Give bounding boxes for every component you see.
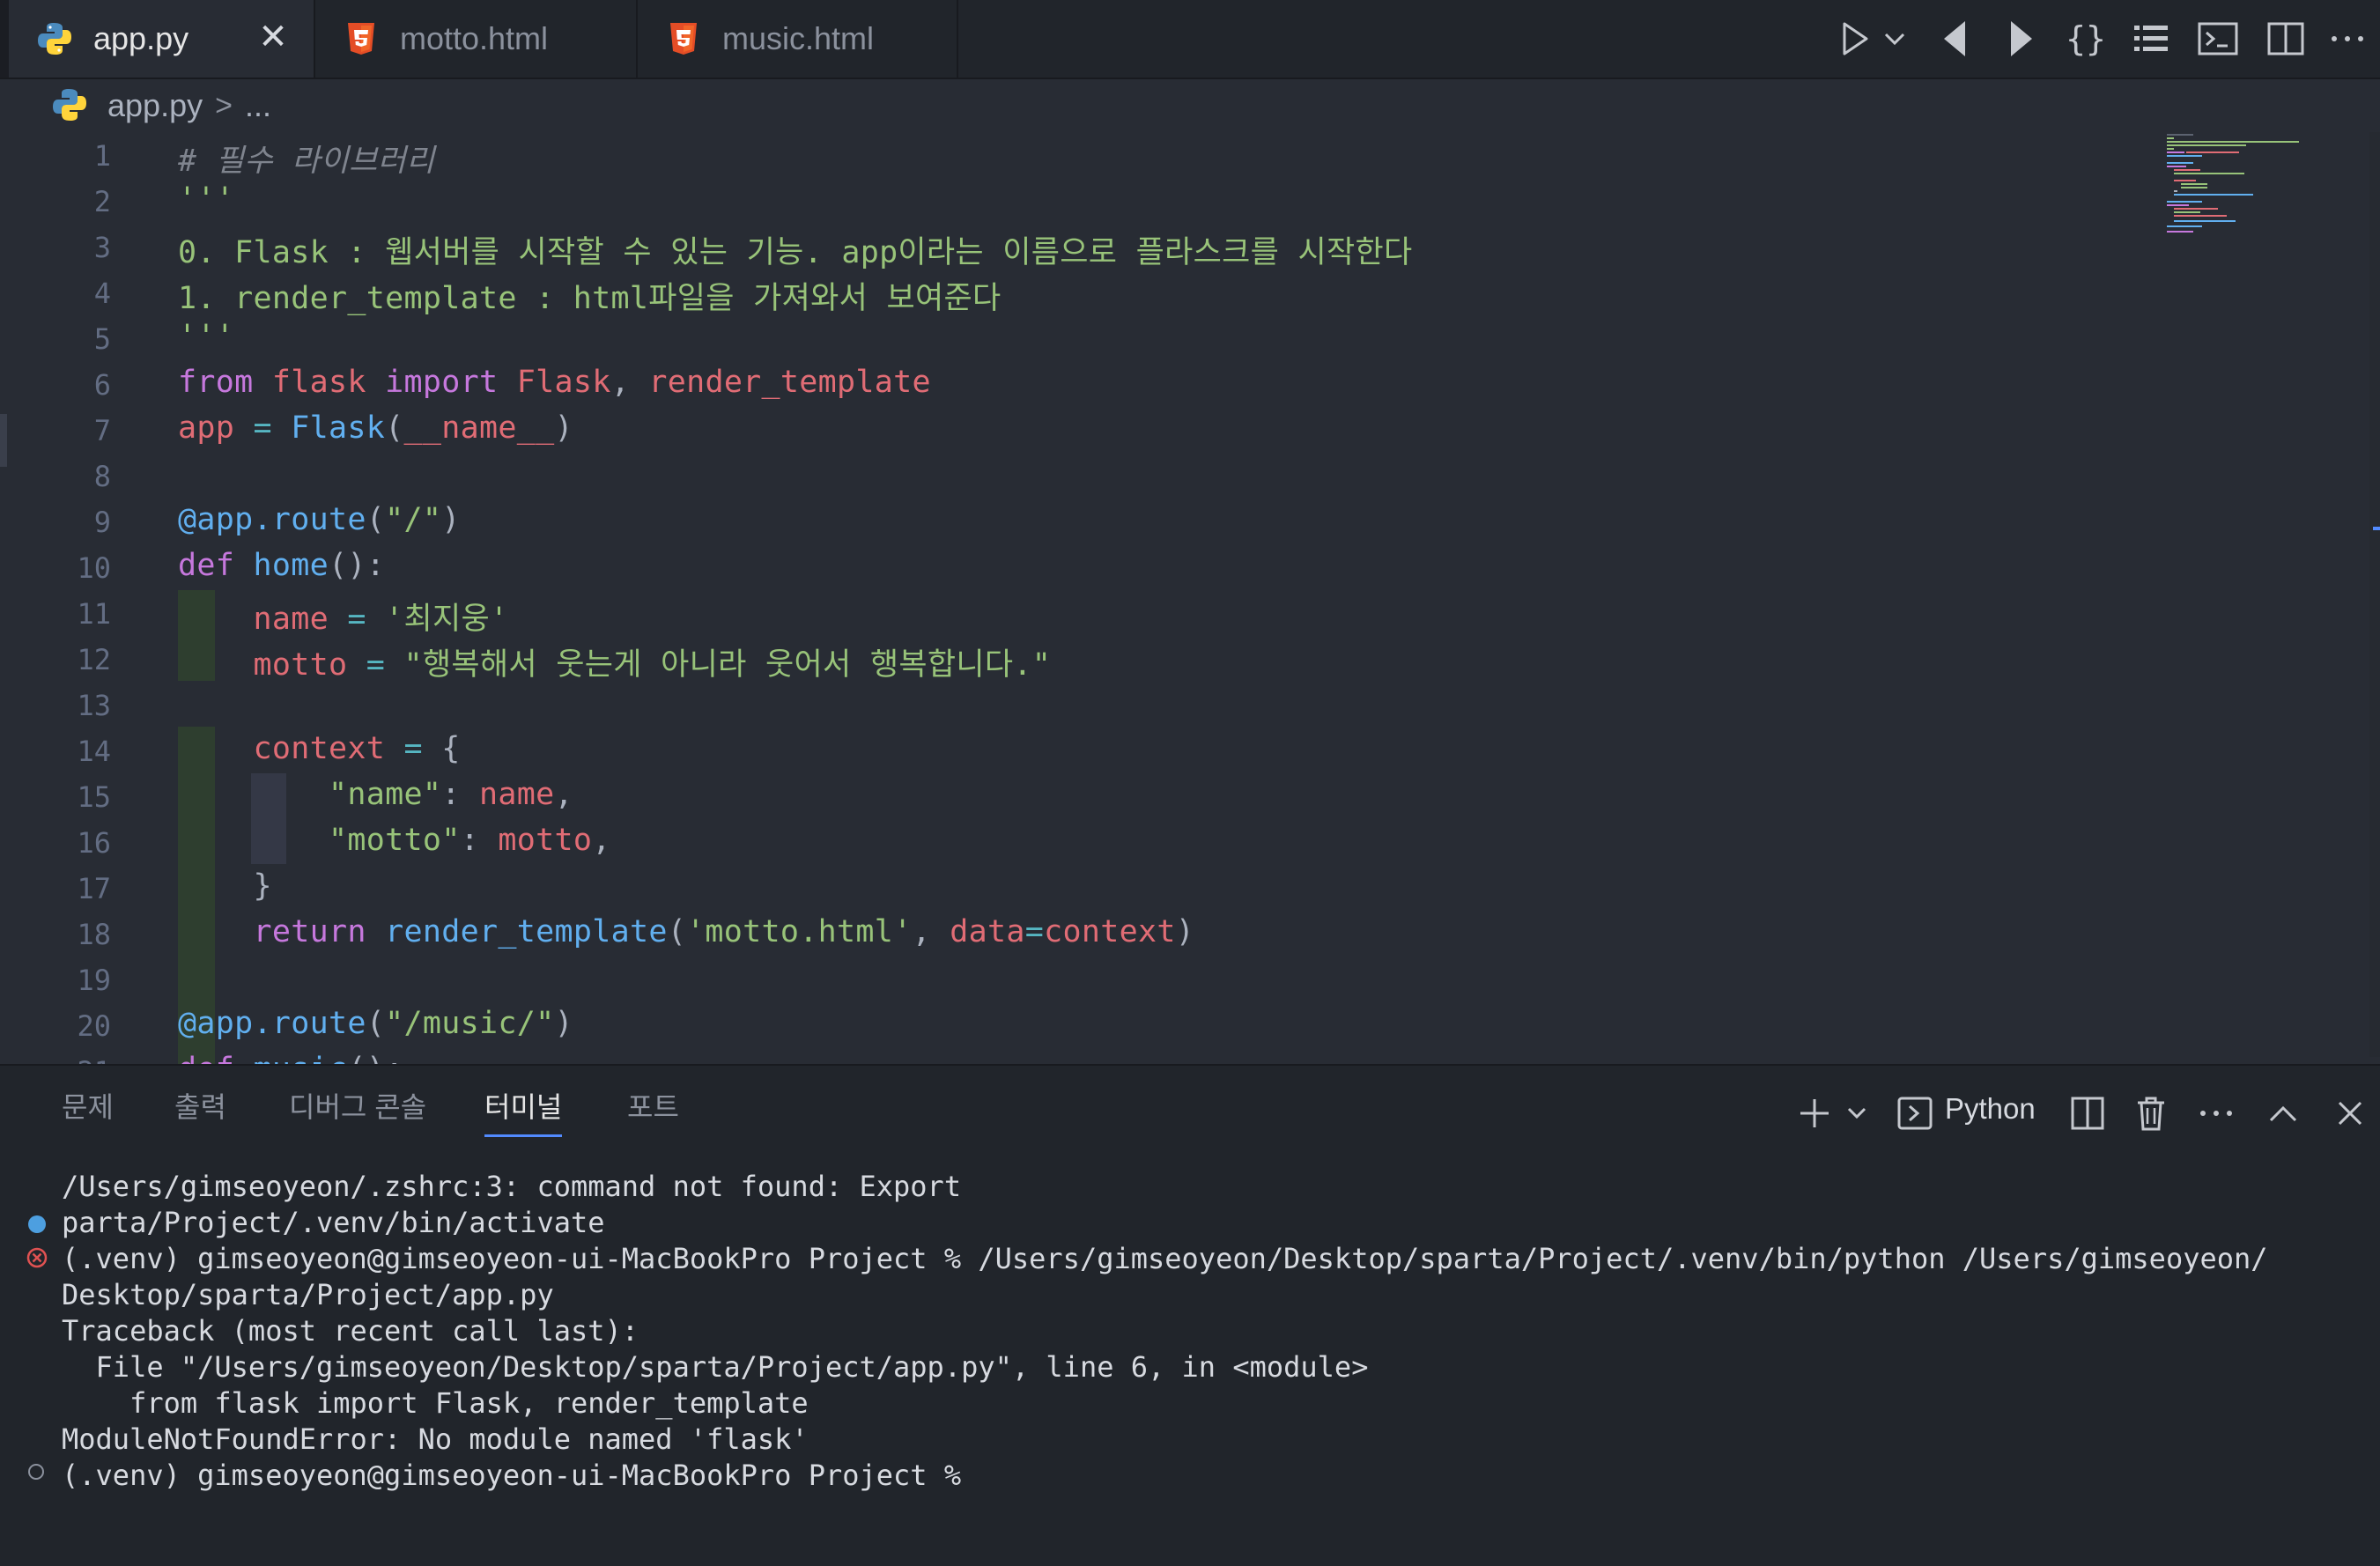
- more-icon[interactable]: [2325, 16, 2369, 62]
- close-icon[interactable]: ✕: [254, 18, 292, 56]
- terminal-profile-label[interactable]: Python: [1945, 1092, 2036, 1126]
- go-back-icon[interactable]: [1936, 16, 1975, 62]
- code-line: app = Flask(__name__): [178, 410, 573, 446]
- tab-label: app.py: [93, 20, 189, 56]
- tab-app-py[interactable]: app.py ✕: [0, 0, 315, 78]
- command-success-marker: [28, 1215, 46, 1233]
- code-editor[interactable]: 123456789101112131415161718192021 # 필수 라…: [0, 132, 2380, 1064]
- tab-problems[interactable]: 문제: [62, 1085, 114, 1134]
- code-line: from flask import Flask, render_template: [178, 365, 931, 400]
- html5-icon: [342, 19, 381, 58]
- run-icon[interactable]: [1836, 16, 1874, 62]
- code-line: }: [178, 868, 272, 904]
- terminal-line: File "/Users/gimseoyeon/Desktop/sparta/P…: [62, 1350, 1369, 1384]
- line-number: 10: [77, 551, 111, 585]
- minimap[interactable]: [2167, 132, 2325, 255]
- code-line: # 필수 라이브러리: [178, 144, 435, 179]
- tab-music-html[interactable]: music.html: [638, 0, 958, 78]
- line-number: 20: [77, 1009, 111, 1043]
- code-line: motto = "행복해서 웃는게 아니라 웃어서 행복합니다.": [253, 647, 1052, 683]
- line-number: 5: [93, 322, 111, 356]
- line-number: 2: [93, 185, 111, 218]
- code-line: "name": name,: [328, 777, 573, 812]
- code-line: def home():: [178, 548, 386, 583]
- line-number: 6: [93, 368, 111, 402]
- line-number: 19: [77, 964, 111, 997]
- tab-debug-console[interactable]: 디버그 콘솔: [289, 1085, 426, 1134]
- line-number: 4: [93, 277, 111, 310]
- terminal-line: Traceback (most recent call last):: [62, 1314, 639, 1348]
- line-number: 3: [93, 231, 111, 264]
- code-line: def music():: [178, 1052, 403, 1064]
- code-line: @app.route("/music/"): [178, 1006, 573, 1041]
- close-panel-icon[interactable]: [2332, 1096, 2368, 1131]
- trash-icon[interactable]: [2132, 1096, 2170, 1131]
- code-line: 1. render_template : html파일을 가져와서 보여준다: [178, 281, 1002, 316]
- line-number: 7: [93, 414, 111, 447]
- code-line: name = '최지웅': [253, 602, 509, 637]
- line-number: 9: [93, 506, 111, 539]
- code-line: context = {: [253, 731, 461, 766]
- code-line: @app.route("/"): [178, 502, 461, 537]
- go-forward-icon[interactable]: [2001, 16, 2040, 62]
- terminal-line: ModuleNotFoundError: No module named 'fl…: [62, 1422, 809, 1456]
- line-number: 11: [77, 597, 111, 631]
- more-icon[interactable]: [2197, 1096, 2236, 1131]
- breadcrumb-file[interactable]: app.py: [107, 87, 203, 124]
- breadcrumb: app.py > ...: [0, 79, 2380, 132]
- list-icon[interactable]: [2130, 16, 2172, 62]
- chevron-down-icon[interactable]: [1880, 16, 1910, 62]
- tab-terminal[interactable]: 터미널: [484, 1085, 563, 1137]
- breadcrumb-symbols[interactable]: ...: [245, 87, 271, 124]
- command-pending-marker: [28, 1464, 44, 1480]
- editor-scrollbar[interactable]: [2369, 132, 2380, 1057]
- terminal-line: /Users/gimseoyeon/.zshrc:3: command not …: [62, 1170, 962, 1203]
- plus-icon[interactable]: [1797, 1096, 1832, 1131]
- line-number: 12: [77, 643, 111, 676]
- maximize-panel-icon[interactable]: [2265, 1096, 2301, 1131]
- line-number: 13: [77, 689, 111, 722]
- line-number: 14: [77, 735, 111, 768]
- code-line: "motto": motto,: [328, 823, 611, 858]
- line-number: 15: [77, 780, 111, 814]
- chevron-down-icon[interactable]: [1844, 1096, 1869, 1131]
- line-number: 8: [93, 460, 111, 493]
- tab-output[interactable]: 출력: [174, 1085, 226, 1134]
- command-error-marker: [26, 1247, 48, 1268]
- tab-motto-html[interactable]: motto.html: [315, 0, 638, 78]
- activity-marker: [0, 414, 7, 467]
- tab-label: music.html: [722, 20, 875, 56]
- line-number: 1: [93, 139, 111, 173]
- line-number: 17: [77, 872, 111, 905]
- bottom-panel: 문제 출력 디버그 콘솔 터미널 포트 Python /Users/gimseo…: [0, 1064, 2380, 1566]
- python-icon: [35, 19, 74, 58]
- editor-tab-bar: app.py ✕ motto.html music.html {}: [0, 0, 2380, 79]
- code-line: ''': [178, 319, 235, 354]
- braces-icon[interactable]: {}: [2065, 16, 2107, 62]
- line-number: 16: [77, 826, 111, 860]
- terminal-line: (.venv) gimseoyeon@gimseoyeon-ui-MacBook…: [62, 1242, 2268, 1275]
- terminal-line: from flask import Flask, render_template: [62, 1386, 809, 1420]
- python-icon: [51, 86, 90, 125]
- code-line: 0. Flask : 웹서버를 시작할 수 있는 기능. app이라는 이름으로…: [178, 235, 1413, 270]
- terminal-icon[interactable]: [2195, 16, 2241, 62]
- split-editor-icon[interactable]: [2264, 16, 2308, 62]
- split-terminal-icon[interactable]: [2068, 1096, 2107, 1131]
- code-line: return render_template('motto.html', dat…: [253, 914, 1195, 949]
- scrollbar-cursor-marker: [2373, 527, 2380, 530]
- terminal-prompt: (.venv) gimseoyeon@gimseoyeon-ui-MacBook…: [62, 1459, 962, 1492]
- tab-label: motto.html: [400, 20, 549, 56]
- line-number: 18: [77, 918, 111, 951]
- code-line: ''': [178, 181, 235, 217]
- terminal-profile-icon[interactable]: [1896, 1096, 1934, 1131]
- tab-ports[interactable]: 포트: [627, 1085, 679, 1134]
- line-number: 21: [35, 1055, 111, 1064]
- terminal-line: parta/Project/.venv/bin/activate: [62, 1206, 605, 1239]
- html5-icon: [664, 19, 703, 58]
- breadcrumb-separator: >: [215, 88, 233, 122]
- terminal-line: Desktop/sparta/Project/app.py: [62, 1278, 554, 1311]
